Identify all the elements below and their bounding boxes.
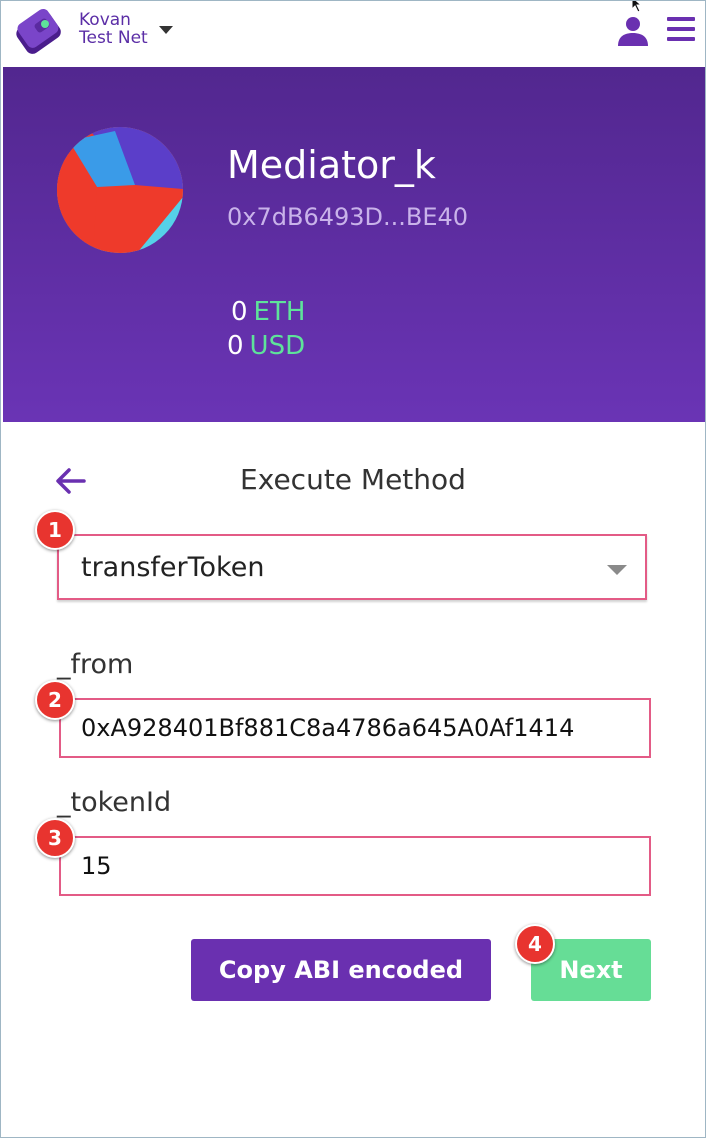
step-badge-2: 2 [35, 680, 75, 720]
balance-eth: 0 ETH [231, 297, 305, 327]
tokenid-label: _tokenId [57, 787, 172, 818]
mouse-cursor-icon [631, 1, 643, 13]
balance-amount: 0 [227, 331, 244, 361]
balance-usd: 0 USD [227, 331, 305, 361]
copy-abi-encoded-button[interactable]: Copy ABI encoded [191, 939, 491, 1001]
wallet-logo-icon[interactable] [11, 7, 65, 57]
step-badge-3: 3 [35, 818, 75, 858]
contract-identicon-icon [57, 127, 183, 253]
app-window: Kovan Test Net Mediator_k 0x7dB6493D...B… [0, 0, 706, 1138]
step-badge-4: 4 [515, 924, 555, 964]
page-title: Execute Method [240, 463, 466, 496]
contract-header: Mediator_k 0x7dB6493D...BE40 0 ETH 0 USD [3, 67, 705, 422]
from-address-input[interactable] [59, 698, 651, 758]
contract-name: Mediator_k [227, 143, 436, 187]
balance-unit: ETH [253, 297, 306, 327]
network-name-line2: Test Net [79, 28, 148, 48]
step-badge-1: 1 [35, 510, 75, 550]
method-select-value: transferToken [81, 552, 265, 583]
tokenid-input[interactable] [59, 836, 651, 896]
caret-down-icon[interactable] [159, 26, 173, 34]
network-name-line1: Kovan [79, 10, 131, 30]
balance-amount: 0 [231, 297, 248, 327]
hamburger-menu-icon[interactable] [665, 15, 697, 43]
method-select[interactable]: transferToken [57, 534, 647, 600]
account-icon[interactable] [615, 15, 651, 47]
from-label: _from [57, 649, 134, 680]
balance-unit: USD [249, 331, 306, 361]
chevron-down-icon [607, 565, 627, 575]
contract-address[interactable]: 0x7dB6493D...BE40 [227, 203, 468, 231]
network-selector[interactable]: Kovan Test Net [79, 11, 148, 47]
top-bar: Kovan Test Net [1, 1, 705, 67]
